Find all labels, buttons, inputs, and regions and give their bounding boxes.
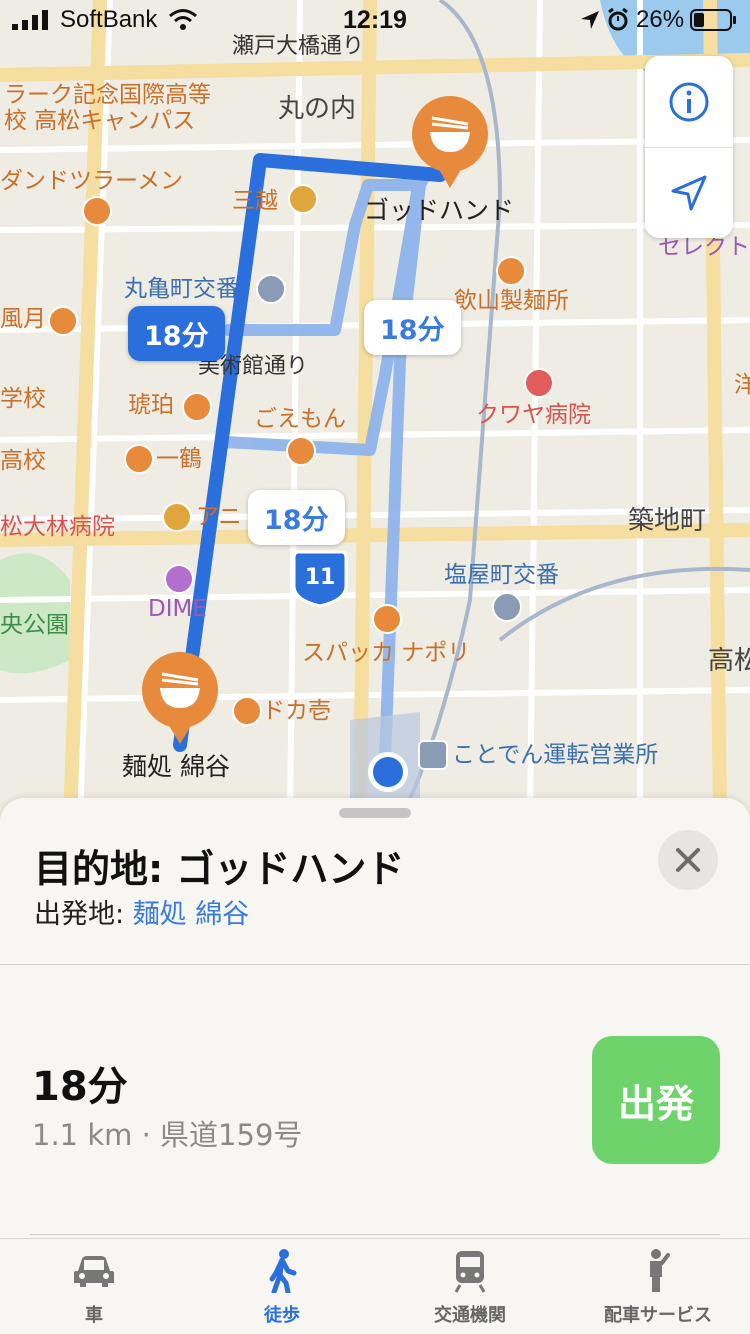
origin-pin-icon[interactable] (132, 650, 228, 746)
close-button[interactable] (658, 830, 718, 890)
origin-row: 出発地: 麺処 綿谷 (34, 892, 249, 931)
map-label-hiro: 洋 (734, 372, 750, 398)
cafe-poi-icon[interactable] (182, 392, 212, 422)
location-arrow-icon (671, 175, 707, 210)
status-bar: SoftBank 12:19 26% (0, 0, 750, 40)
tab-label-walk: 徒歩 (264, 1305, 300, 1326)
restaurant-poi-icon[interactable] (48, 306, 78, 336)
map-label-koko: 高校 (0, 448, 46, 474)
map-label-godhand: ゴッドハンド (364, 196, 515, 225)
close-icon (676, 848, 700, 872)
battery-icon (690, 9, 736, 31)
origin-prefix: 出発地: (34, 899, 133, 930)
go-button[interactable]: 出発 (592, 1036, 720, 1164)
route-detail: 1.1 km · 県道159号 (32, 1118, 303, 1152)
route-callout-selected[interactable]: 18分 (128, 306, 225, 361)
origin-link[interactable]: 麺処 綿谷 (133, 899, 250, 930)
alarm-icon (608, 8, 628, 31)
route-callout-alt-2[interactable]: 18分 (248, 490, 345, 545)
route-number: 11 (305, 565, 336, 590)
hospital-poi-icon[interactable] (524, 368, 554, 398)
ride-icon (650, 1249, 670, 1292)
map-label-ichizuru: 一鶴 (156, 446, 202, 472)
food-poi-icon[interactable] (124, 444, 154, 474)
destination-pin-icon[interactable] (402, 94, 498, 190)
info-button[interactable] (645, 56, 733, 147)
shopping-poi-icon-2[interactable] (162, 502, 192, 532)
tab-label-car: 車 (85, 1305, 103, 1326)
locate-button[interactable] (645, 147, 733, 238)
restaurant-poi-icon-2[interactable] (372, 604, 402, 634)
map-label-kuwaya: クワヤ病院 (476, 402, 591, 428)
train-icon (454, 1251, 486, 1293)
map-label-menwataya: 麺処 綿谷 (122, 752, 230, 781)
police-poi-icon-2[interactable] (492, 592, 522, 622)
map-label-gozaemon: ごえもん (254, 406, 346, 432)
tab-walk[interactable]: 徒歩 (188, 1239, 376, 1334)
tab-transit[interactable]: 交通機関 (376, 1239, 564, 1334)
ramen-poi-icon-2[interactable] (232, 696, 262, 726)
map-label-koen: 央公園 (0, 612, 69, 638)
tab-car[interactable]: 車 (0, 1239, 188, 1334)
route-divider (30, 1234, 720, 1235)
shopping-poi-icon[interactable] (288, 184, 318, 214)
map-label-select: セレクト (658, 234, 750, 260)
battery-percentage: 26% (636, 6, 685, 33)
ramen-poi-icon[interactable] (82, 196, 112, 226)
map-label-kazuki: 風月 (0, 306, 46, 332)
map-view[interactable]: 瀬戸大橋通り ラーク記念国際高等 校 高松キャンパス 丸の内 ダンドツラーメン … (0, 0, 750, 820)
map-controls (645, 56, 733, 238)
map-label-shioyacho: 塩屋町交番 (444, 562, 559, 588)
car-icon (74, 1256, 114, 1287)
map-label-kohaku: 琥珀 (128, 392, 174, 418)
map-label-ani: アニ (196, 504, 242, 530)
walk-icon (269, 1249, 297, 1293)
map-label-gakko: 学校 (0, 386, 46, 412)
directions-sheet[interactable]: 目的地: ゴッドハンド 出発地: 麺処 綿谷 18分 1.1 km · 県道15… (0, 798, 750, 1238)
map-label-takamatsu: 高松 (708, 646, 750, 676)
route-time: 18分 (32, 1064, 128, 1110)
tab-label-transit: 交通機関 (434, 1305, 506, 1326)
map-label-spacca: スパッカ ナポリ (302, 640, 471, 666)
destination-title: 目的地: ゴッドハンド (34, 847, 405, 891)
map-label-dandon: ダンドツラーメン (0, 168, 184, 194)
police-poi-icon[interactable] (256, 274, 286, 304)
map-label-kotoden: ことでん運転営業所 (452, 742, 659, 768)
tab-ride[interactable]: 配車サービス (564, 1239, 750, 1334)
route-shield-icon: 11 (292, 550, 348, 608)
map-label-dime: DIME (148, 596, 207, 622)
noodle-poi-icon[interactable] (496, 256, 526, 286)
noodle-poi-icon-2[interactable] (286, 436, 316, 466)
sheet-grabber[interactable] (339, 808, 411, 818)
tab-label-ride: 配車サービス (604, 1305, 712, 1326)
sheet-divider (0, 964, 750, 965)
map-label-yamaseimen: 飲山製麺所 (454, 288, 569, 314)
info-icon (669, 82, 709, 121)
station-poi-icon[interactable] (418, 740, 448, 770)
map-label-clark-campus: 校 高松キャンパス (4, 108, 196, 134)
location-services-icon (581, 11, 599, 29)
map-label-marugame-koban: 丸亀町交番 (124, 276, 239, 302)
music-poi-icon[interactable] (164, 564, 194, 594)
map-label-tsukijicho: 築地町 (628, 506, 707, 536)
maps-app-screen: 瀬戸大橋通り ラーク記念国際高等 校 高松キャンパス 丸の内 ダンドツラーメン … (0, 0, 750, 1334)
map-label-dokaichi: ドカ壱 (262, 698, 331, 724)
map-label-marunouchi: 丸の内 (278, 94, 357, 124)
map-label-daibayashi: 松大林病院 (0, 514, 115, 540)
route-callout-alt-1[interactable]: 18分 (364, 300, 461, 355)
map-label-clark: ラーク記念国際高等 (4, 82, 211, 108)
map-label-mitsukoshi: 三越 (232, 188, 278, 214)
transport-tab-bar: 車 徒歩 交通機関 配車サービス (0, 1238, 750, 1334)
